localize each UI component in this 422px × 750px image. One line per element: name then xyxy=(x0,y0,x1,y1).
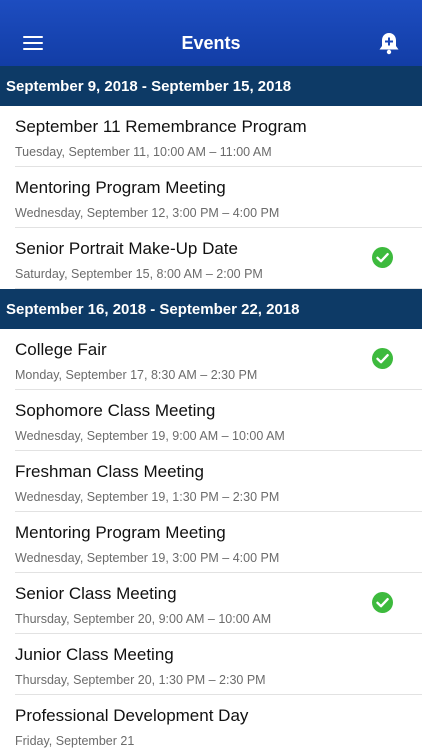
week-header: September 9, 2018 - September 15, 2018 xyxy=(0,66,422,106)
checkmark-icon xyxy=(372,592,393,613)
add-alert-button[interactable] xyxy=(376,30,402,56)
event-time: Tuesday, September 11, 10:00 AM – 11:00 … xyxy=(15,145,272,159)
event-row[interactable]: Professional Development Day Friday, Sept… xyxy=(0,695,422,750)
event-time: Wednesday, September 12, 3:00 PM – 4:00 … xyxy=(15,206,280,220)
event-title: Mentoring Program Meeting xyxy=(15,178,226,197)
event-row[interactable]: Senior Portrait Make-Up Date Saturday, Se… xyxy=(0,228,422,289)
event-time: Thursday, September 20, 9:00 AM – 10:00 … xyxy=(15,612,272,626)
event-time: Wednesday, September 19, 9:00 AM – 10:00… xyxy=(15,429,285,443)
event-title: Senior Class Meeting xyxy=(15,584,177,603)
bell-plus-icon xyxy=(379,33,399,55)
event-list: September 9, 2018 - September 15, 2018 Se… xyxy=(0,66,422,750)
event-time: Friday, September 21 xyxy=(15,734,135,748)
event-row[interactable]: Senior Class Meeting Thursday, September … xyxy=(0,573,422,634)
event-title: College Fair xyxy=(15,340,107,359)
event-title: Professional Development Day xyxy=(15,706,249,725)
event-title: Freshman Class Meeting xyxy=(15,462,204,481)
events-screen: Events September 9, 2018 - September 15,… xyxy=(0,0,422,750)
event-title: Senior Portrait Make-Up Date xyxy=(15,239,238,258)
event-row[interactable]: Mentoring Program Meeting Wednesday, Sept… xyxy=(0,167,422,228)
event-row[interactable]: Freshman Class Meeting Wednesday, Septemb… xyxy=(0,451,422,512)
event-row[interactable]: College Fair Monday, September 17, 8:30 A… xyxy=(0,329,422,390)
event-time: Monday, September 17, 8:30 AM – 2:30 PM xyxy=(15,368,258,382)
event-time: Thursday, September 20, 1:30 PM – 2:30 P… xyxy=(15,673,266,687)
event-title: Sophomore Class Meeting xyxy=(15,401,216,420)
event-title: September 11 Remembrance Program xyxy=(15,117,307,136)
page-title: Events xyxy=(181,33,241,53)
event-row[interactable]: Sophomore Class Meeting Wednesday, Septem… xyxy=(0,390,422,451)
event-title: Junior Class Meeting xyxy=(15,645,174,664)
event-row[interactable]: September 11 Remembrance Program Tuesday,… xyxy=(0,106,422,167)
week-header: September 16, 2018 - September 22, 2018 xyxy=(0,289,422,329)
event-time: Wednesday, September 19, 1:30 PM – 2:30 … xyxy=(15,490,280,504)
checkmark-icon xyxy=(372,247,393,268)
event-time: Saturday, September 15, 8:00 AM – 2:00 P… xyxy=(15,267,263,281)
event-row[interactable]: Mentoring Program Meeting Wednesday, Sept… xyxy=(0,512,422,573)
event-row[interactable]: Junior Class Meeting Thursday, September … xyxy=(0,634,422,695)
event-title: Mentoring Program Meeting xyxy=(15,523,226,542)
event-time: Wednesday, September 19, 3:00 PM – 4:00 … xyxy=(15,551,280,565)
checkmark-icon xyxy=(372,348,393,369)
navigation-bar: Events xyxy=(0,0,422,66)
